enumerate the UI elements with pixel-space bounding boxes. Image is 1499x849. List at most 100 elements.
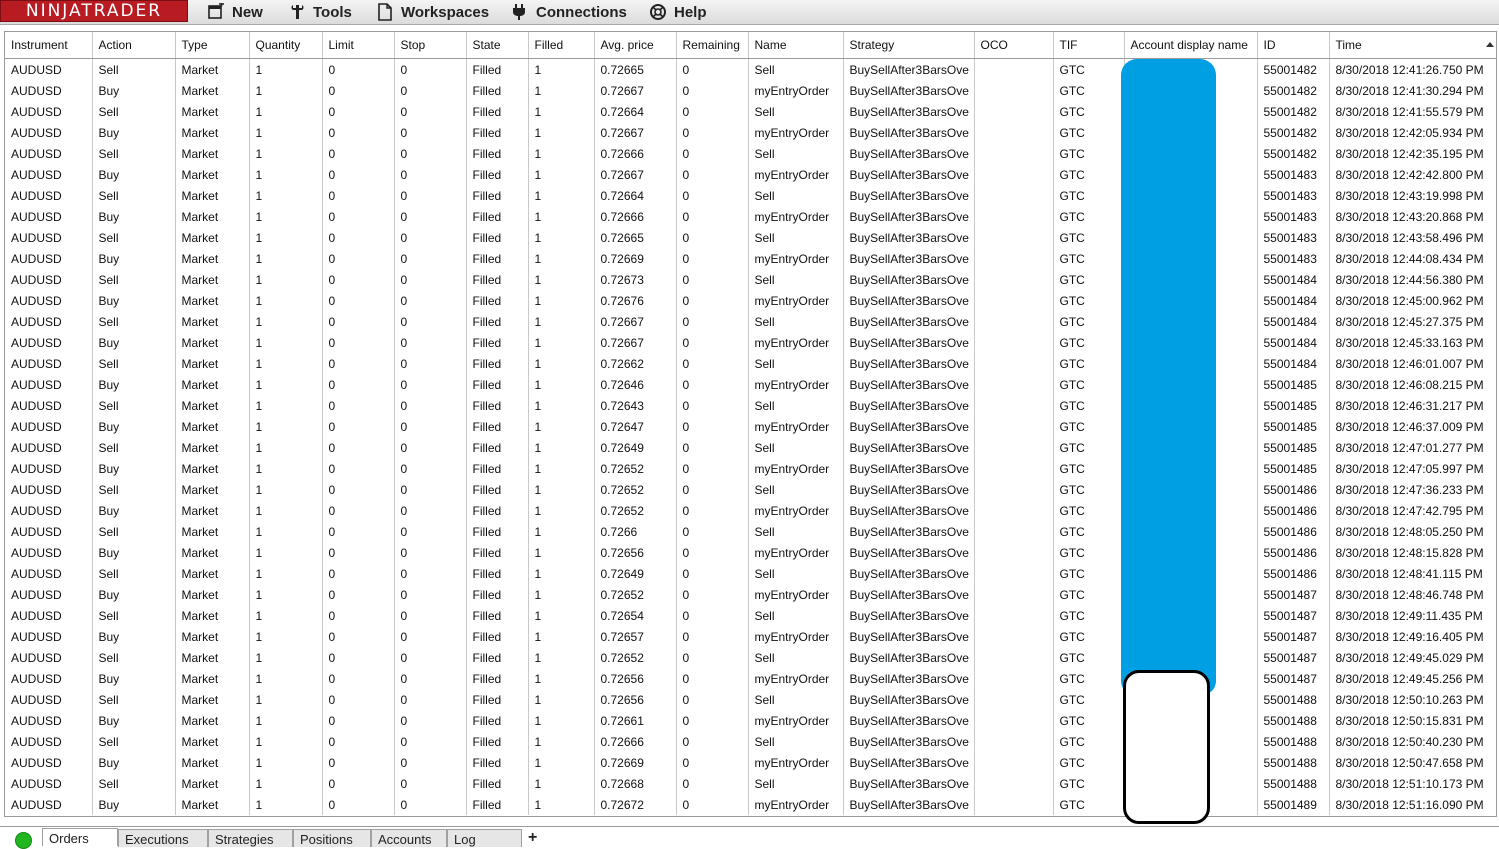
table-row[interactable]: AUDUSD Buy Market 1 0 0 Filled 1 0.72672 0 myEntry…: [5, 794, 1496, 815]
column-header-limit[interactable]: Limit: [322, 32, 395, 59]
table-row[interactable]: AUDUSD Sell Market 1 0 0 Filled 1 0.72654 0 Sell Bu…: [5, 605, 1496, 626]
add-tab-button[interactable]: +: [528, 829, 537, 847]
table-row[interactable]: AUDUSD Sell Market 1 0 0 Filled 1 0.72656 0 Sell Bu…: [5, 689, 1496, 710]
table-row[interactable]: AUDUSD Sell Market 1 0 0 Filled 1 0.72652 0 Sell Bu…: [5, 479, 1496, 500]
table-row[interactable]: AUDUSD Sell Market 1 0 0 Filled 1 0.72673 0 Sell Bu…: [5, 269, 1496, 290]
column-header-tif[interactable]: TIF: [1053, 32, 1125, 59]
table-row[interactable]: AUDUSD Buy Market 1 0 0 Filled 1 0.72647 0 myEntry…: [5, 416, 1496, 437]
cell-limit: 0: [322, 563, 395, 584]
cell-limit: 0: [322, 395, 395, 416]
table-row[interactable]: AUDUSD Buy Market 1 0 0 Filled 1 0.72666 0 myEntry…: [5, 206, 1496, 227]
table-row[interactable]: AUDUSD Buy Market 1 0 0 Filled 1 0.72652 0 myEntry…: [5, 584, 1496, 605]
table-row[interactable]: AUDUSD Sell Market 1 0 0 Filled 1 0.72664 0 Sell Bu…: [5, 185, 1496, 206]
column-header-quantity[interactable]: Quantity: [249, 32, 323, 59]
cell-type: Market: [175, 206, 250, 227]
cell-strategy: BuySellAfter3BarsOve: [843, 689, 975, 710]
column-header-instrument[interactable]: Instrument: [5, 32, 93, 59]
cell-tif: GTC: [1053, 710, 1125, 731]
column-header-name[interactable]: Name: [748, 32, 844, 59]
tab-positions[interactable]: Positions: [293, 829, 371, 847]
table-row[interactable]: AUDUSD Buy Market 1 0 0 Filled 1 0.72669 0 myEntry…: [5, 752, 1496, 773]
cell-state: Filled: [466, 374, 529, 395]
table-row[interactable]: AUDUSD Buy Market 1 0 0 Filled 1 0.72667 0 myEntry…: [5, 80, 1496, 101]
tab-strategies[interactable]: Strategies: [208, 829, 293, 847]
cell-id: 55001486: [1257, 500, 1330, 521]
cell-quantity: 1: [249, 689, 323, 710]
column-header-avg-price[interactable]: Avg. price: [594, 32, 677, 59]
column-header-time[interactable]: Time: [1329, 32, 1496, 59]
table-row[interactable]: AUDUSD Buy Market 1 0 0 Filled 1 0.72652 0 myEntry…: [5, 458, 1496, 479]
cell-limit: 0: [322, 374, 395, 395]
table-row[interactable]: AUDUSD Sell Market 1 0 0 Filled 1 0.72665 0 Sell Bu…: [5, 58, 1496, 80]
cell-remaining: 0: [676, 626, 749, 647]
menu-connections[interactable]: Connections: [511, 0, 627, 24]
column-header-oco[interactable]: OCO: [974, 32, 1054, 59]
column-header-strategy[interactable]: Strategy: [843, 32, 975, 59]
tab-accounts[interactable]: Accounts: [371, 829, 447, 847]
orders-grid[interactable]: Instrument Action Type Quantity Limit Stop Sta…: [4, 31, 1497, 817]
table-row[interactable]: AUDUSD Buy Market 1 0 0 Filled 1 0.72661 0 myEntry…: [5, 710, 1496, 731]
cell-name: Sell: [748, 689, 844, 710]
table-row[interactable]: AUDUSD Buy Market 1 0 0 Filled 1 0.72667 0 myEntry…: [5, 164, 1496, 185]
column-header-filled[interactable]: Filled: [528, 32, 595, 59]
cell-time: 8/30/2018 12:46:37.009 PM: [1335, 419, 1484, 434]
table-row[interactable]: AUDUSD Sell Market 1 0 0 Filled 1 0.72665 0 Sell Bu…: [5, 227, 1496, 248]
cell-state: Filled: [466, 731, 529, 752]
table-row[interactable]: AUDUSD Sell Market 1 0 0 Filled 1 0.72662 0 Sell Bu…: [5, 353, 1496, 374]
cell-time: 8/30/2018 12:42:05.934 PM: [1335, 125, 1484, 140]
table-row[interactable]: AUDUSD Buy Market 1 0 0 Filled 1 0.72669 0 myEntry…: [5, 248, 1496, 269]
table-row[interactable]: AUDUSD Buy Market 1 0 0 Filled 1 0.72646 0 myEntry…: [5, 374, 1496, 395]
column-header-remaining[interactable]: Remaining: [676, 32, 749, 59]
cell-type: Market: [175, 248, 250, 269]
cell-filled: 1: [528, 311, 595, 332]
table-row[interactable]: AUDUSD Sell Market 1 0 0 Filled 1 0.72664 0 Sell Bu…: [5, 101, 1496, 122]
table-row[interactable]: AUDUSD Buy Market 1 0 0 Filled 1 0.72652 0 myEntry…: [5, 500, 1496, 521]
cell-tif: GTC: [1053, 80, 1125, 101]
cell-type: Market: [175, 185, 250, 206]
column-header-type[interactable]: Type: [175, 32, 250, 59]
menu-workspaces[interactable]: Workspaces: [376, 0, 489, 24]
cell-name: Sell: [748, 185, 844, 206]
table-row[interactable]: AUDUSD Buy Market 1 0 0 Filled 1 0.72667 0 myEntry…: [5, 332, 1496, 353]
table-row[interactable]: AUDUSD Buy Market 1 0 0 Filled 1 0.72657 0 myEntry…: [5, 626, 1496, 647]
cell-id: 55001482: [1257, 122, 1330, 143]
cell-limit: 0: [322, 143, 395, 164]
cell-strategy: BuySellAfter3BarsOve: [843, 584, 975, 605]
cell-filled: 1: [528, 185, 595, 206]
column-header-id[interactable]: ID: [1257, 32, 1330, 59]
cell-instrument: AUDUSD: [5, 626, 93, 647]
column-header-action[interactable]: Action: [92, 32, 176, 59]
cell-filled: 1: [528, 710, 595, 731]
table-row[interactable]: AUDUSD Sell Market 1 0 0 Filled 1 0.72652 0 Sell Bu…: [5, 647, 1496, 668]
menu-new[interactable]: New: [207, 0, 263, 24]
cell-id: 55001483: [1257, 164, 1330, 185]
cell-filled: 1: [528, 731, 595, 752]
table-row[interactable]: AUDUSD Sell Market 1 0 0 Filled 1 0.72649 0 Sell Bu…: [5, 563, 1496, 584]
cell-strategy: BuySellAfter3BarsOve: [843, 773, 975, 794]
tab-executions[interactable]: Executions: [118, 829, 208, 847]
table-row[interactable]: AUDUSD Sell Market 1 0 0 Filled 1 0.72643 0 Sell Bu…: [5, 395, 1496, 416]
cell-avg-price: 0.72665: [594, 58, 677, 80]
column-header-account-display-name[interactable]: Account display name: [1124, 32, 1258, 59]
table-row[interactable]: AUDUSD Buy Market 1 0 0 Filled 1 0.72676 0 myEntry…: [5, 290, 1496, 311]
new-window-icon: [207, 3, 225, 21]
table-row[interactable]: AUDUSD Buy Market 1 0 0 Filled 1 0.72667 0 myEntry…: [5, 122, 1496, 143]
cell-action: Sell: [92, 353, 176, 374]
table-row[interactable]: AUDUSD Sell Market 1 0 0 Filled 1 0.72666 0 Sell Bu…: [5, 143, 1496, 164]
menu-help[interactable]: Help: [649, 0, 707, 24]
cell-id: 55001487: [1257, 626, 1330, 647]
table-row[interactable]: AUDUSD Sell Market 1 0 0 Filled 1 0.72668 0 Sell Bu…: [5, 773, 1496, 794]
cell-time: 8/30/2018 12:51:16.090 PM: [1335, 797, 1484, 812]
table-row[interactable]: AUDUSD Sell Market 1 0 0 Filled 1 0.72667 0 Sell Bu…: [5, 311, 1496, 332]
tab-orders[interactable]: Orders: [42, 828, 118, 846]
table-row[interactable]: AUDUSD Sell Market 1 0 0 Filled 1 0.72649 0 Sell Bu…: [5, 437, 1496, 458]
table-row[interactable]: AUDUSD Sell Market 1 0 0 Filled 1 0.72666 0 Sell Bu…: [5, 731, 1496, 752]
table-row[interactable]: AUDUSD Sell Market 1 0 0 Filled 1 0.7266 0 Sell Buy…: [5, 521, 1496, 542]
menu-tools[interactable]: Tools: [288, 0, 352, 24]
column-header-state[interactable]: State: [466, 32, 529, 59]
table-row[interactable]: AUDUSD Buy Market 1 0 0 Filled 1 0.72656 0 myEntry…: [5, 668, 1496, 689]
column-header-stop[interactable]: Stop: [394, 32, 467, 59]
table-row[interactable]: AUDUSD Buy Market 1 0 0 Filled 1 0.72656 0 myEntry…: [5, 542, 1496, 563]
tab-log[interactable]: Log: [447, 829, 522, 847]
cell-filled: 1: [528, 626, 595, 647]
